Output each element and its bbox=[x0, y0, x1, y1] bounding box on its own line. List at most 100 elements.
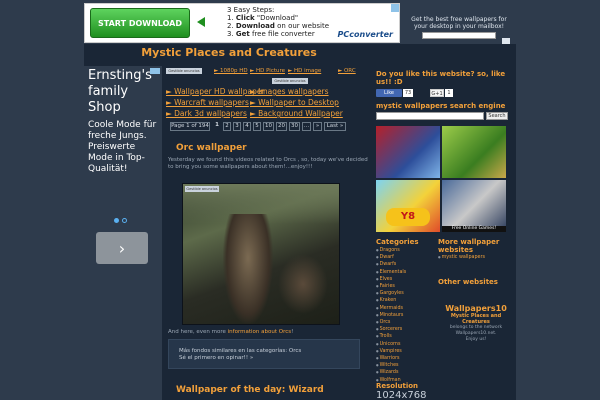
similar-prefix: Más fondos similares en las categorías: bbox=[179, 348, 289, 354]
more-wallpaper-link[interactable]: mystic wallpapers bbox=[438, 255, 514, 260]
category-item[interactable]: Kraken bbox=[376, 297, 438, 304]
more-wallpaper-websites: More wallpaper websites mystic wallpaper… bbox=[438, 238, 514, 260]
step-2: 2. Download on our website bbox=[227, 22, 330, 30]
similar-categories: Más fondos similares en las categorías: … bbox=[179, 348, 349, 355]
more-suffix: ! bbox=[291, 329, 294, 335]
post-image[interactable]: Gestible anuncios bbox=[182, 183, 340, 325]
wallpapers10-heading[interactable]: Wallpapers10 bbox=[438, 304, 514, 313]
carousel-next-button[interactable]: › bbox=[96, 232, 148, 264]
adchoices-icon[interactable] bbox=[391, 4, 399, 12]
page-last[interactable]: Last » bbox=[324, 122, 346, 131]
category-item[interactable]: Elves bbox=[376, 276, 438, 283]
page-link[interactable]: 5 bbox=[253, 122, 261, 131]
category-item[interactable]: Fairies bbox=[376, 283, 438, 290]
facebook-like-button[interactable]: Like bbox=[376, 89, 402, 97]
search-input[interactable] bbox=[376, 112, 484, 120]
arrow-left-icon bbox=[197, 17, 205, 27]
page-ellipsis: ... bbox=[302, 122, 311, 131]
game-thumb-jungle[interactable] bbox=[442, 126, 506, 178]
step-1-rest: "Download" bbox=[254, 14, 299, 22]
category-item[interactable]: Witches bbox=[376, 362, 438, 369]
top-link-orc[interactable]: ► ORC bbox=[338, 68, 356, 74]
link-warcraft-wallpapers[interactable]: ► Warcraft wallpapers bbox=[166, 98, 249, 107]
page-link[interactable]: 10 bbox=[263, 122, 274, 131]
link-images-wallpapers[interactable]: ► Images wallpapers bbox=[250, 87, 329, 96]
category-item[interactable]: Dwarfs bbox=[376, 261, 438, 268]
category-item[interactable]: Elementals bbox=[376, 269, 438, 276]
page-link[interactable]: 30 bbox=[289, 122, 300, 131]
search-label: mystic wallpapers search engine bbox=[376, 102, 506, 110]
top-link-hd-picture[interactable]: ► HD Picture bbox=[250, 68, 285, 74]
newsletter-text: Get the best free wallpapers for your de… bbox=[411, 16, 507, 30]
y8-logo: Y8 bbox=[386, 208, 430, 226]
wallpapers10-site: Mystic Places and Creatures bbox=[450, 313, 502, 325]
ad-label[interactable]: Gestible anuncios bbox=[166, 68, 202, 74]
image-ad-label[interactable]: Gestible anuncios bbox=[185, 186, 219, 192]
game-thumb-spiderman[interactable] bbox=[376, 126, 440, 178]
link-dark-3d-wallpapers[interactable]: ► Dark 3d wallpapers bbox=[166, 109, 247, 118]
category-item[interactable]: Mermaids bbox=[376, 305, 438, 312]
carousel-dot-active[interactable] bbox=[114, 218, 119, 223]
gplus-button[interactable]: G+1 bbox=[430, 89, 444, 97]
category-item[interactable]: Wizards bbox=[376, 369, 438, 376]
carousel-dot[interactable] bbox=[122, 218, 127, 223]
like-question: Do you like this website? so, like us!! … bbox=[376, 70, 506, 86]
right-sidebar: Do you like this website? so, like us!! … bbox=[372, 66, 516, 400]
free-games-label[interactable]: Free Online Games! bbox=[442, 226, 506, 232]
step-2-bold: Download bbox=[235, 22, 275, 30]
image-creature bbox=[278, 254, 328, 314]
pcconverter-logo: PCconverter bbox=[337, 30, 393, 39]
game-thumb-bike[interactable] bbox=[442, 180, 506, 232]
page-link[interactable]: 20 bbox=[276, 122, 287, 131]
top-ad-banner[interactable]: START DOWNLOAD 3 Easy Steps: 1. Click "D… bbox=[84, 3, 400, 43]
link-wallpaper-to-desktop[interactable]: ► Wallpaper to Desktop bbox=[250, 98, 339, 107]
more-wallpaper-heading: More wallpaper websites bbox=[438, 238, 500, 254]
wallpaper-of-day-title[interactable]: Wallpaper of the day: Wizard bbox=[176, 385, 324, 395]
ad-label-2[interactable]: Gestible anuncios bbox=[272, 78, 308, 84]
category-item[interactable]: Unicorns bbox=[376, 341, 438, 348]
more-info-link[interactable]: information about Orcs bbox=[228, 329, 291, 335]
page-next[interactable]: » bbox=[313, 122, 322, 131]
search-button[interactable]: Search bbox=[486, 112, 508, 120]
link-background-wallpaper[interactable]: ► Background Wallpaper bbox=[250, 109, 343, 118]
post-title[interactable]: Orc wallpaper bbox=[176, 143, 247, 153]
adchoices-icon[interactable] bbox=[150, 68, 160, 74]
start-download-button[interactable]: START DOWNLOAD bbox=[90, 8, 190, 38]
category-item[interactable]: Warriors bbox=[376, 355, 438, 362]
categories-list: Categories Dragons Dwarf Dwarfs Elementa… bbox=[376, 238, 438, 384]
other-websites-heading: Other websites bbox=[438, 278, 498, 286]
step-1: 1. Click "Download" bbox=[227, 14, 299, 22]
left-ad[interactable]: Ernsting's family Shop Coole Mode für fr… bbox=[84, 66, 162, 244]
categories-heading: Categories bbox=[376, 238, 419, 246]
comment-link[interactable]: Sé el primero en opinar!! » bbox=[179, 355, 349, 362]
page-link[interactable]: 3 bbox=[233, 122, 241, 131]
page-wrapper: Mystic Places and Creatures Ernsting's f… bbox=[84, 44, 516, 400]
more-prefix: And here, even more bbox=[168, 329, 228, 335]
category-item[interactable]: Minotaurs bbox=[376, 312, 438, 319]
page-link[interactable]: 2 bbox=[223, 122, 231, 131]
wallpapers10-text-3: Enjoy us! bbox=[465, 337, 487, 342]
category-item[interactable]: Gargoyles bbox=[376, 290, 438, 297]
resolution-value: 1024x768 bbox=[376, 390, 427, 400]
category-item[interactable]: Orcs bbox=[376, 319, 438, 326]
top-link-hd-image[interactable]: ► HD image bbox=[288, 68, 321, 74]
category-item[interactable]: Dragons bbox=[376, 247, 438, 254]
step-1-bold: Click bbox=[235, 14, 255, 22]
category-item[interactable]: Trolls bbox=[376, 333, 438, 340]
category-item[interactable]: Sorcerers bbox=[376, 326, 438, 333]
step-3: 3. Get free file converter bbox=[227, 30, 315, 38]
category-item[interactable]: Dwarf bbox=[376, 254, 438, 261]
game-thumb-y8[interactable]: Y8 bbox=[376, 180, 440, 232]
category-item[interactable]: Vampires bbox=[376, 348, 438, 355]
newsletter-email-input[interactable] bbox=[422, 32, 496, 39]
games-ad[interactable]: Y8 Free Online Games! bbox=[376, 126, 506, 232]
newsletter-box: Get the best free wallpapers for your de… bbox=[404, 16, 514, 45]
post-more-info: And here, even more information about Or… bbox=[168, 329, 293, 335]
site-title[interactable]: Mystic Places and Creatures bbox=[84, 44, 374, 59]
carousel-dots bbox=[114, 218, 130, 225]
page-link[interactable]: 4 bbox=[243, 122, 251, 131]
main-content: Gestible anuncios ► 1080p HD ► HD Pictur… bbox=[162, 66, 372, 400]
similar-cat-link[interactable]: Orcs bbox=[289, 348, 301, 354]
top-link-1080p[interactable]: ► 1080p HD bbox=[214, 68, 248, 74]
page-of-total: Page 1 of 194 bbox=[170, 122, 210, 131]
